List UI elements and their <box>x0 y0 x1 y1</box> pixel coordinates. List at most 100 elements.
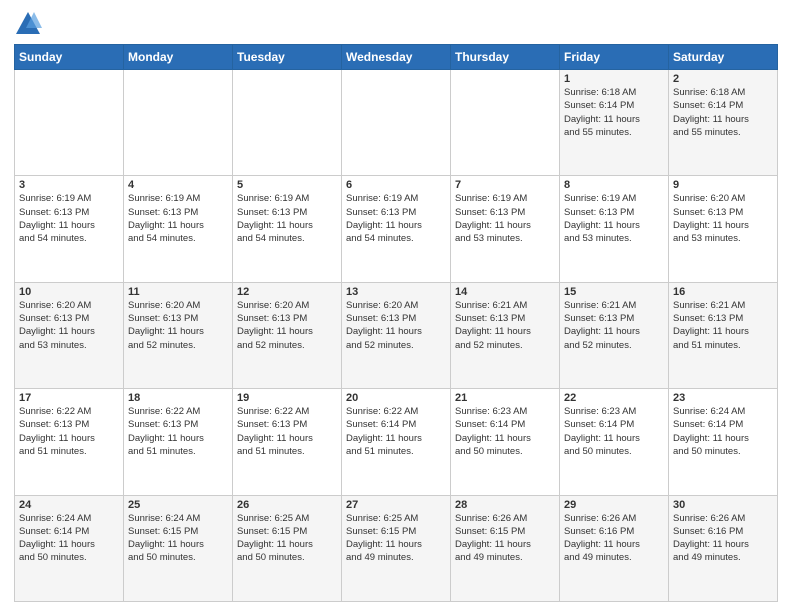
day-cell: 10Sunrise: 6:20 AM Sunset: 6:13 PM Dayli… <box>15 282 124 388</box>
day-info: Sunrise: 6:20 AM Sunset: 6:13 PM Dayligh… <box>237 299 337 352</box>
day-number: 4 <box>128 179 228 191</box>
calendar-table: SundayMondayTuesdayWednesdayThursdayFrid… <box>14 44 778 602</box>
day-info: Sunrise: 6:23 AM Sunset: 6:14 PM Dayligh… <box>455 405 555 458</box>
day-number: 29 <box>564 499 664 511</box>
day-info: Sunrise: 6:20 AM Sunset: 6:13 PM Dayligh… <box>128 299 228 352</box>
day-cell: 16Sunrise: 6:21 AM Sunset: 6:13 PM Dayli… <box>669 282 778 388</box>
day-cell: 6Sunrise: 6:19 AM Sunset: 6:13 PM Daylig… <box>342 176 451 282</box>
day-cell <box>15 70 124 176</box>
day-cell: 25Sunrise: 6:24 AM Sunset: 6:15 PM Dayli… <box>124 495 233 601</box>
weekday-header-sunday: Sunday <box>15 45 124 70</box>
day-number: 13 <box>346 286 446 298</box>
day-number: 18 <box>128 392 228 404</box>
day-info: Sunrise: 6:22 AM Sunset: 6:13 PM Dayligh… <box>19 405 119 458</box>
day-number: 5 <box>237 179 337 191</box>
day-cell: 3Sunrise: 6:19 AM Sunset: 6:13 PM Daylig… <box>15 176 124 282</box>
day-cell: 13Sunrise: 6:20 AM Sunset: 6:13 PM Dayli… <box>342 282 451 388</box>
day-info: Sunrise: 6:18 AM Sunset: 6:14 PM Dayligh… <box>564 86 664 139</box>
day-number: 20 <box>346 392 446 404</box>
day-cell: 27Sunrise: 6:25 AM Sunset: 6:15 PM Dayli… <box>342 495 451 601</box>
day-number: 15 <box>564 286 664 298</box>
week-row-3: 10Sunrise: 6:20 AM Sunset: 6:13 PM Dayli… <box>15 282 778 388</box>
day-cell <box>342 70 451 176</box>
day-number: 28 <box>455 499 555 511</box>
weekday-header-saturday: Saturday <box>669 45 778 70</box>
day-number: 3 <box>19 179 119 191</box>
day-cell: 22Sunrise: 6:23 AM Sunset: 6:14 PM Dayli… <box>560 389 669 495</box>
day-cell: 21Sunrise: 6:23 AM Sunset: 6:14 PM Dayli… <box>451 389 560 495</box>
day-info: Sunrise: 6:21 AM Sunset: 6:13 PM Dayligh… <box>564 299 664 352</box>
day-info: Sunrise: 6:25 AM Sunset: 6:15 PM Dayligh… <box>346 512 446 565</box>
day-number: 9 <box>673 179 773 191</box>
day-cell: 1Sunrise: 6:18 AM Sunset: 6:14 PM Daylig… <box>560 70 669 176</box>
day-info: Sunrise: 6:20 AM Sunset: 6:13 PM Dayligh… <box>346 299 446 352</box>
day-number: 23 <box>673 392 773 404</box>
day-number: 22 <box>564 392 664 404</box>
day-cell: 7Sunrise: 6:19 AM Sunset: 6:13 PM Daylig… <box>451 176 560 282</box>
day-info: Sunrise: 6:20 AM Sunset: 6:13 PM Dayligh… <box>673 192 773 245</box>
day-cell: 20Sunrise: 6:22 AM Sunset: 6:14 PM Dayli… <box>342 389 451 495</box>
day-number: 24 <box>19 499 119 511</box>
day-cell: 12Sunrise: 6:20 AM Sunset: 6:13 PM Dayli… <box>233 282 342 388</box>
header <box>14 10 778 38</box>
day-info: Sunrise: 6:22 AM Sunset: 6:14 PM Dayligh… <box>346 405 446 458</box>
page: SundayMondayTuesdayWednesdayThursdayFrid… <box>0 0 792 612</box>
day-number: 8 <box>564 179 664 191</box>
day-number: 6 <box>346 179 446 191</box>
day-info: Sunrise: 6:20 AM Sunset: 6:13 PM Dayligh… <box>19 299 119 352</box>
day-info: Sunrise: 6:19 AM Sunset: 6:13 PM Dayligh… <box>19 192 119 245</box>
day-info: Sunrise: 6:18 AM Sunset: 6:14 PM Dayligh… <box>673 86 773 139</box>
day-number: 1 <box>564 73 664 85</box>
day-cell: 9Sunrise: 6:20 AM Sunset: 6:13 PM Daylig… <box>669 176 778 282</box>
day-info: Sunrise: 6:24 AM Sunset: 6:15 PM Dayligh… <box>128 512 228 565</box>
day-cell: 8Sunrise: 6:19 AM Sunset: 6:13 PM Daylig… <box>560 176 669 282</box>
day-cell: 19Sunrise: 6:22 AM Sunset: 6:13 PM Dayli… <box>233 389 342 495</box>
day-number: 10 <box>19 286 119 298</box>
day-cell: 17Sunrise: 6:22 AM Sunset: 6:13 PM Dayli… <box>15 389 124 495</box>
day-cell: 30Sunrise: 6:26 AM Sunset: 6:16 PM Dayli… <box>669 495 778 601</box>
day-number: 30 <box>673 499 773 511</box>
day-number: 7 <box>455 179 555 191</box>
day-info: Sunrise: 6:19 AM Sunset: 6:13 PM Dayligh… <box>128 192 228 245</box>
day-cell: 29Sunrise: 6:26 AM Sunset: 6:16 PM Dayli… <box>560 495 669 601</box>
weekday-header-friday: Friday <box>560 45 669 70</box>
day-cell: 5Sunrise: 6:19 AM Sunset: 6:13 PM Daylig… <box>233 176 342 282</box>
day-info: Sunrise: 6:26 AM Sunset: 6:16 PM Dayligh… <box>673 512 773 565</box>
day-cell: 2Sunrise: 6:18 AM Sunset: 6:14 PM Daylig… <box>669 70 778 176</box>
day-cell: 23Sunrise: 6:24 AM Sunset: 6:14 PM Dayli… <box>669 389 778 495</box>
day-number: 2 <box>673 73 773 85</box>
day-info: Sunrise: 6:24 AM Sunset: 6:14 PM Dayligh… <box>19 512 119 565</box>
day-number: 27 <box>346 499 446 511</box>
weekday-header-tuesday: Tuesday <box>233 45 342 70</box>
weekday-header-thursday: Thursday <box>451 45 560 70</box>
week-row-2: 3Sunrise: 6:19 AM Sunset: 6:13 PM Daylig… <box>15 176 778 282</box>
day-number: 16 <box>673 286 773 298</box>
day-cell: 4Sunrise: 6:19 AM Sunset: 6:13 PM Daylig… <box>124 176 233 282</box>
day-cell <box>233 70 342 176</box>
day-info: Sunrise: 6:22 AM Sunset: 6:13 PM Dayligh… <box>237 405 337 458</box>
weekday-header-monday: Monday <box>124 45 233 70</box>
day-info: Sunrise: 6:21 AM Sunset: 6:13 PM Dayligh… <box>455 299 555 352</box>
day-number: 19 <box>237 392 337 404</box>
day-info: Sunrise: 6:23 AM Sunset: 6:14 PM Dayligh… <box>564 405 664 458</box>
logo-icon <box>14 10 42 38</box>
day-number: 26 <box>237 499 337 511</box>
day-cell: 18Sunrise: 6:22 AM Sunset: 6:13 PM Dayli… <box>124 389 233 495</box>
day-number: 12 <box>237 286 337 298</box>
day-info: Sunrise: 6:22 AM Sunset: 6:13 PM Dayligh… <box>128 405 228 458</box>
day-info: Sunrise: 6:19 AM Sunset: 6:13 PM Dayligh… <box>237 192 337 245</box>
day-cell <box>451 70 560 176</box>
day-cell: 28Sunrise: 6:26 AM Sunset: 6:15 PM Dayli… <box>451 495 560 601</box>
week-row-1: 1Sunrise: 6:18 AM Sunset: 6:14 PM Daylig… <box>15 70 778 176</box>
day-cell: 11Sunrise: 6:20 AM Sunset: 6:13 PM Dayli… <box>124 282 233 388</box>
weekday-header-row: SundayMondayTuesdayWednesdayThursdayFrid… <box>15 45 778 70</box>
day-number: 11 <box>128 286 228 298</box>
day-cell: 26Sunrise: 6:25 AM Sunset: 6:15 PM Dayli… <box>233 495 342 601</box>
day-number: 25 <box>128 499 228 511</box>
day-info: Sunrise: 6:21 AM Sunset: 6:13 PM Dayligh… <box>673 299 773 352</box>
day-info: Sunrise: 6:19 AM Sunset: 6:13 PM Dayligh… <box>455 192 555 245</box>
week-row-5: 24Sunrise: 6:24 AM Sunset: 6:14 PM Dayli… <box>15 495 778 601</box>
weekday-header-wednesday: Wednesday <box>342 45 451 70</box>
day-number: 17 <box>19 392 119 404</box>
logo <box>14 10 46 38</box>
